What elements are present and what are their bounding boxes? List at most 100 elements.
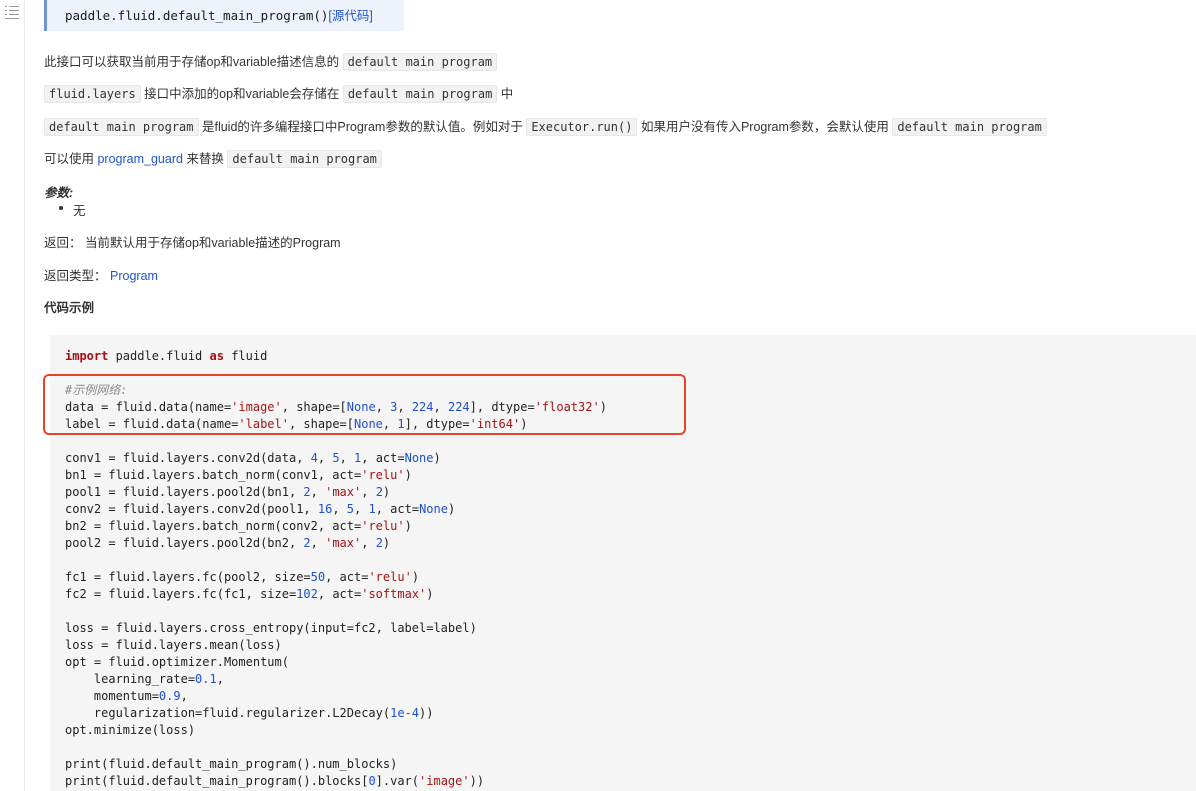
code-token: 'max': [325, 536, 362, 550]
code-line: import paddle.fluid as fluid: [65, 348, 607, 365]
description-line-4: 可以使用 program_guard 来替换 default main prog…: [44, 148, 382, 168]
code-token: ): [382, 485, 391, 499]
code-line: bn2 = fluid.layers.batch_norm(conv2, act…: [65, 518, 607, 535]
code-token: fc1 = fluid.layers.fc(pool2, size=: [65, 570, 311, 584]
code-token: ): [404, 519, 412, 533]
code-token: 2: [303, 536, 311, 550]
params-list-item: 无: [59, 200, 86, 219]
code-token: paddle.fluid: [108, 349, 210, 363]
code-line: bn1 = fluid.layers.batch_norm(conv1, act…: [65, 467, 607, 484]
code-line: pool2 = fluid.layers.pool2d(bn2, 2, 'max…: [65, 535, 607, 552]
code-token: ].var(: [375, 774, 420, 788]
code-token: import: [65, 349, 109, 363]
code-token: loss = fluid.layers.mean(loss): [65, 638, 282, 652]
description-line-2: fluid.layers 接口中添加的op和variable会存储在 defau…: [44, 83, 513, 103]
code-token: 5: [346, 502, 355, 516]
code-token: ,: [361, 536, 376, 550]
code-token: 0.9: [158, 689, 181, 703]
return-type-line: 返回类型： Program: [44, 265, 158, 284]
code-token: ,: [354, 502, 369, 516]
program-guard-link[interactable]: program_guard: [97, 152, 182, 166]
code-token: momentum=: [65, 689, 159, 703]
code-token: )): [469, 774, 485, 788]
code-token: pool2 = fluid.layers.pool2d(bn2,: [65, 536, 304, 550]
code-token: regularization=fluid.regularizer.L2Decay…: [65, 706, 391, 720]
desc1-text: 此接口可以获取当前用于存储op和variable描述信息的: [44, 55, 343, 69]
code-token: 0.1: [195, 672, 217, 686]
code-token: ): [426, 587, 434, 601]
code-token: 'image': [419, 774, 470, 788]
code-token: , act=: [325, 570, 369, 584]
code-token: ,: [216, 672, 224, 686]
desc3-text-2: 如果用户没有传入Program参数，会默认使用: [637, 120, 893, 134]
code-token: 5: [332, 451, 340, 465]
code-token: )): [419, 706, 434, 720]
code-token: 102: [296, 587, 318, 601]
desc2-text: 接口中添加的op和variable会存储在: [140, 87, 343, 101]
code-token: 4: [310, 451, 318, 465]
code-token: ): [382, 536, 391, 550]
code-line: print(fluid.default_main_program().block…: [65, 773, 607, 790]
code-token: bn2 = fluid.layers.batch_norm(conv2, act…: [65, 519, 362, 533]
code-token: ,: [361, 485, 376, 499]
menu-list-icon[interactable]: [5, 5, 21, 19]
code-token: ): [404, 468, 412, 482]
code-line: opt = fluid.optimizer.Momentum(: [65, 654, 607, 671]
example-heading: 代码示例: [44, 301, 95, 315]
code-token: ,: [180, 689, 188, 703]
code-token: 0: [368, 774, 376, 788]
code-token: 'softmax': [361, 587, 427, 601]
code-token: ,: [332, 502, 347, 516]
highlight-annotation-box: [43, 374, 686, 435]
code-token: 50: [310, 570, 326, 584]
code-token: , act=: [317, 587, 362, 601]
code-token: None: [419, 502, 448, 516]
description-line-3: default main program 是fluid的许多编程接口中Progr…: [44, 116, 1047, 136]
code-token: conv1 = fluid.layers.conv2d(data,: [65, 451, 311, 465]
desc4-text-2: 来替换: [182, 152, 228, 166]
inline-code: default main program: [892, 118, 1047, 136]
left-rail: [0, 0, 25, 791]
code-token: print(fluid.default_main_program().block…: [65, 774, 369, 788]
code-token: ): [433, 451, 441, 465]
inline-code: default main program: [342, 85, 498, 103]
params-item-text: 无: [73, 204, 86, 218]
program-type-link[interactable]: Program: [110, 269, 158, 283]
code-token: 1e-4: [390, 706, 420, 720]
code-line: fc1 = fluid.layers.fc(pool2, size=50, ac…: [65, 569, 607, 586]
code-token: , act=: [375, 502, 420, 516]
code-token: ,: [310, 485, 326, 499]
code-line: loss = fluid.layers.cross_entropy(input=…: [65, 620, 607, 637]
code-token: conv2 = fluid.layers.conv2d(pool1,: [65, 502, 318, 516]
returns-line: 返回： 当前默认用于存储op和variable描述的Program: [44, 232, 341, 251]
code-token: learning_rate=: [65, 672, 196, 686]
params-heading: 参数:: [44, 186, 74, 200]
description-line-1: 此接口可以获取当前用于存储op和variable描述信息的 default ma…: [44, 51, 498, 71]
code-token: 'relu': [361, 468, 405, 482]
code-token: loss = fluid.layers.cross_entropy(input=…: [65, 621, 477, 635]
code-token: pool1 = fluid.layers.pool2d(bn1,: [65, 485, 304, 499]
api-signature: paddle.fluid.default_main_program()[源代码]: [44, 0, 404, 31]
code-token: bn1 = fluid.layers.batch_norm(conv1, act…: [65, 468, 362, 482]
inline-code: Executor.run(): [526, 118, 638, 136]
code-line: momentum=0.9,: [65, 688, 607, 705]
code-line: loss = fluid.layers.mean(loss): [65, 637, 607, 654]
returns-text: 当前默认用于存储op和variable描述的Program: [81, 236, 341, 250]
code-token: as: [209, 349, 224, 363]
code-token: fc2 = fluid.layers.fc(fc1, size=: [65, 587, 297, 601]
code-token: , act=: [361, 451, 405, 465]
code-token: ,: [310, 536, 326, 550]
code-token: ): [411, 570, 420, 584]
code-token: 'relu': [361, 519, 405, 533]
code-token: fluid: [223, 349, 268, 363]
code-token: ,: [317, 451, 333, 465]
signature-code: paddle.fluid.default_main_program(): [65, 8, 329, 23]
code-line: conv2 = fluid.layers.conv2d(pool1, 16, 5…: [65, 501, 607, 518]
inline-code: default main program: [227, 150, 382, 168]
source-code-link[interactable]: [源代码]: [328, 9, 372, 23]
code-token: 'relu': [368, 570, 412, 584]
code-line: opt.minimize(loss): [65, 722, 607, 739]
